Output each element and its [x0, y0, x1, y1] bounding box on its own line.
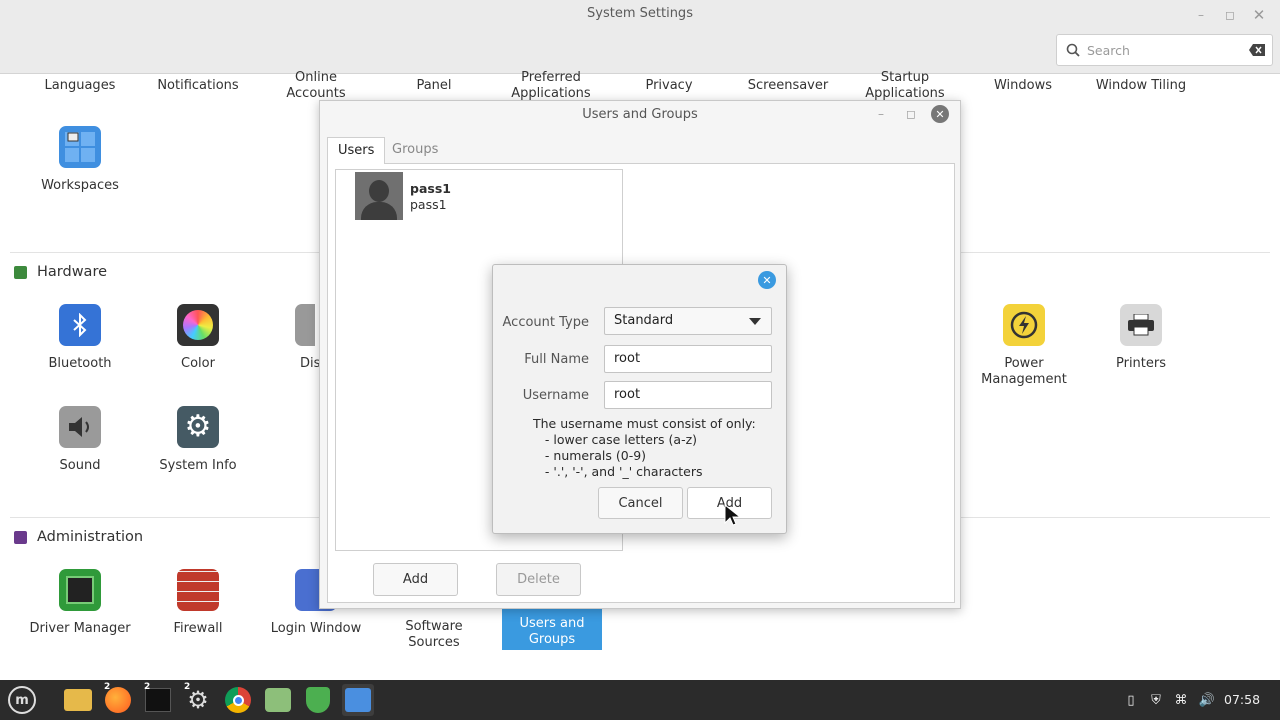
- clipboard-icon[interactable]: ▯: [1122, 691, 1140, 709]
- window-title: System Settings: [587, 6, 693, 21]
- chip-icon: [59, 569, 101, 611]
- software-sources-label: Software Sources: [405, 619, 463, 650]
- sound-item[interactable]: Sound: [25, 406, 135, 474]
- username-hint-line: - numerals (0-9): [533, 448, 647, 463]
- color-icon: [177, 304, 219, 346]
- shield-icon[interactable]: [302, 684, 334, 716]
- full-name-field[interactable]: root: [604, 345, 772, 373]
- window-count-badge: 2: [104, 682, 111, 692]
- tab-groups[interactable]: Groups: [382, 137, 448, 164]
- hardware-icon: [14, 265, 27, 279]
- close-icon[interactable]: ✕: [931, 105, 949, 123]
- maximize-button[interactable]: ◻: [902, 105, 920, 123]
- account-type-label: Account Type: [502, 315, 589, 330]
- menu-icon[interactable]: m: [6, 684, 38, 716]
- clear-search-icon[interactable]: [1249, 44, 1265, 56]
- administration-icon: [14, 530, 27, 544]
- category-item[interactable]: Notifications: [138, 78, 258, 94]
- full-name-label: Full Name: [524, 352, 589, 367]
- clock[interactable]: 07:58: [1224, 692, 1260, 707]
- color-item[interactable]: Color: [143, 304, 253, 372]
- category-item[interactable]: Languages: [20, 78, 140, 94]
- printers-item[interactable]: Printers: [1086, 304, 1196, 372]
- category-item[interactable]: Screensaver: [728, 78, 848, 94]
- avatar: [355, 172, 403, 220]
- users-groups-title: Users and Groups: [582, 107, 698, 122]
- sound-label: Sound: [59, 458, 101, 473]
- username-hint-line: - lower case letters (a-z): [533, 432, 698, 447]
- username-label: Username: [522, 388, 589, 403]
- printers-label: Printers: [1115, 356, 1167, 371]
- username-field[interactable]: root: [604, 381, 772, 409]
- close-button[interactable]: ✕: [1250, 6, 1268, 24]
- volume-icon[interactable]: 🔊: [1198, 691, 1216, 709]
- users-icon[interactable]: [342, 684, 374, 716]
- window-count-badge: 2: [184, 682, 191, 692]
- mouse-cursor-icon: [724, 504, 742, 526]
- chevron-down-icon: [749, 318, 761, 325]
- login-window-label: Login Window: [270, 621, 362, 636]
- search-placeholder: Search: [1087, 43, 1130, 58]
- system-info-label: System Info: [159, 458, 237, 473]
- power-icon: [1003, 304, 1045, 346]
- administration-section-header: Administration: [14, 529, 143, 545]
- minimize-button[interactable]: –: [1192, 6, 1210, 24]
- category-item[interactable]: Preferred Applications: [491, 70, 611, 102]
- workspaces-icon: [59, 126, 101, 168]
- window-count-badge: 2: [144, 682, 151, 692]
- category-item[interactable]: Window Tiling: [1081, 78, 1201, 94]
- category-item[interactable]: Privacy: [609, 78, 729, 94]
- close-icon[interactable]: ✕: [758, 271, 776, 289]
- firewall-item[interactable]: Firewall: [143, 569, 253, 637]
- color-label: Color: [181, 356, 215, 371]
- shield-tray-icon[interactable]: ⛨: [1147, 691, 1165, 709]
- hardware-section-header: Hardware: [14, 264, 107, 280]
- username-hint-line: The username must consist of only:: [533, 416, 756, 431]
- power-label: Power Management: [981, 356, 1067, 387]
- folder-icon[interactable]: [62, 684, 94, 716]
- gear-icon: ⚙: [177, 406, 219, 448]
- add-user-button[interactable]: Add: [373, 563, 458, 596]
- hardware-title: Hardware: [37, 264, 108, 280]
- printer-icon: [1120, 304, 1162, 346]
- system-info-item[interactable]: ⚙ System Info: [143, 406, 253, 474]
- driver-manager-item[interactable]: Driver Manager: [25, 569, 135, 637]
- bluetooth-label: Bluetooth: [48, 356, 112, 371]
- new-user-dialog: ✕ Account Type Standard Full Name root U…: [492, 264, 787, 534]
- list-item[interactable]: pass1 pass1: [336, 170, 622, 222]
- chrome-icon[interactable]: [222, 684, 254, 716]
- minimize-button[interactable]: –: [872, 105, 890, 123]
- category-item[interactable]: Startup Applications: [845, 70, 965, 102]
- category-item[interactable]: Panel: [374, 78, 494, 94]
- users-and-groups-label: Users and Groups: [519, 616, 585, 647]
- category-item[interactable]: Online Accounts: [256, 70, 376, 102]
- administration-title: Administration: [37, 529, 144, 545]
- display-icon: [295, 304, 315, 346]
- workspaces-item[interactable]: Workspaces: [25, 126, 135, 194]
- firewall-icon: [177, 569, 219, 611]
- bluetooth-item[interactable]: Bluetooth: [25, 304, 135, 372]
- username-hint-line: - '.', '-', and '_' characters: [533, 464, 703, 479]
- user-username: pass1: [410, 197, 447, 212]
- delete-user-button[interactable]: Delete: [496, 563, 581, 596]
- account-type-select[interactable]: Standard: [604, 307, 772, 335]
- workspaces-label: Workspaces: [41, 178, 119, 193]
- user-display-name: pass1: [410, 181, 451, 196]
- cancel-button[interactable]: Cancel: [598, 487, 683, 519]
- taskbar: m 2 2 ⚙ 2: [0, 680, 1280, 720]
- bluetooth-icon: [59, 304, 101, 346]
- sound-icon: [59, 406, 101, 448]
- maximize-button[interactable]: ◻: [1221, 6, 1239, 24]
- power-management-item[interactable]: Power Management: [969, 304, 1079, 388]
- firewall-label: Firewall: [173, 621, 223, 636]
- settings-toggle-icon[interactable]: [262, 684, 294, 716]
- driver-manager-label: Driver Manager: [29, 621, 131, 636]
- tab-users[interactable]: Users: [327, 137, 386, 164]
- network-icon[interactable]: ⌘: [1172, 691, 1190, 709]
- account-type-value: Standard: [614, 313, 674, 328]
- search-icon: [1066, 43, 1080, 57]
- search-input[interactable]: Search: [1056, 34, 1273, 66]
- category-item[interactable]: Windows: [963, 78, 1083, 94]
